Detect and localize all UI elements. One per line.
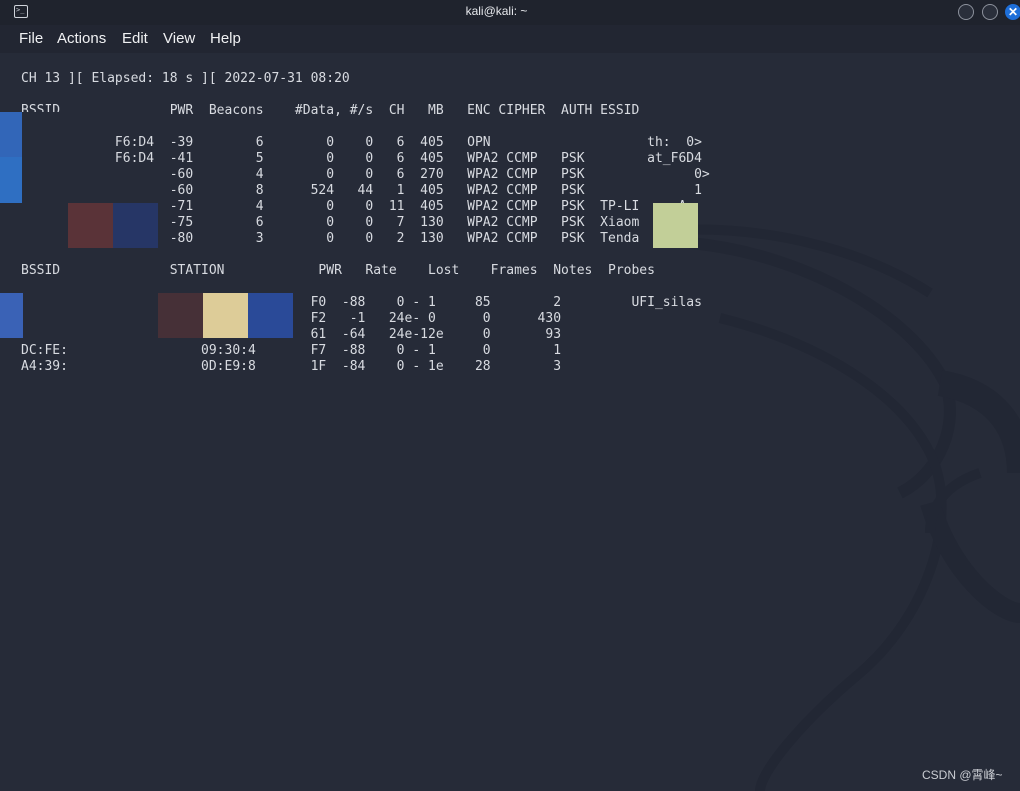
maximize-button[interactable]: [982, 4, 998, 20]
menu-help[interactable]: Help: [210, 30, 241, 47]
redaction-block: [23, 293, 158, 338]
redaction-block: [248, 293, 293, 338]
station-table-header: BSSID STATION PWR Rate Lost Frames Notes…: [21, 263, 655, 278]
redaction-block: [68, 203, 113, 248]
redaction-block: [653, 203, 698, 248]
redaction-block: [203, 293, 248, 338]
redaction-block: [0, 293, 23, 338]
menu-file[interactable]: File: [19, 30, 43, 47]
menu-edit[interactable]: Edit: [122, 30, 148, 47]
redaction-block: [22, 203, 68, 248]
window-title: kali@kali: ~: [465, 4, 528, 18]
close-button[interactable]: ✕: [1005, 4, 1020, 20]
station-row: A4:39: 0D:E9:8 1F -84 0 - 1e 28 3: [21, 359, 562, 374]
ap-row: :F6:D4 -41 5 0 0 6 405 WPA2 CCMP PSK at_…: [21, 151, 702, 166]
menu-view[interactable]: View: [163, 30, 195, 47]
ap-row: -60 4 0 0 6 270 WPA2 CCMP PSK 0>: [21, 167, 710, 182]
redaction-block: [158, 293, 203, 338]
ap-row: -60 8 524 44 1 405 WPA2 CCMP PSK 1: [21, 183, 702, 198]
redaction-block: [0, 157, 22, 203]
minimize-button[interactable]: [958, 4, 974, 20]
station-row: DC:FE: 09:30:4 F7 -88 0 - 1 0 1: [21, 343, 562, 358]
menu-actions[interactable]: Actions: [57, 30, 106, 47]
title-bar: >_ kali@kali: ~ ✕: [0, 0, 1020, 25]
csdn-watermark: CSDN @霄峰~: [922, 768, 1003, 782]
terminal-area[interactable]: CH 13 ][ Elapsed: 18 s ][ 2022-07-31 08:…: [0, 53, 1020, 791]
status-line: CH 13 ][ Elapsed: 18 s ][ 2022-07-31 08:…: [21, 71, 350, 86]
redaction-block: [22, 112, 112, 203]
menu-bar: File Actions Edit View Help: [0, 25, 1020, 53]
ap-row: :F6:D4 -39 6 0 0 6 405 OPN th: 0>: [21, 135, 702, 150]
redaction-block: [113, 203, 158, 248]
redaction-block: [0, 112, 22, 157]
ap-table-header: BSSID PWR Beacons #Data, #/s CH MB ENC C…: [21, 103, 640, 118]
